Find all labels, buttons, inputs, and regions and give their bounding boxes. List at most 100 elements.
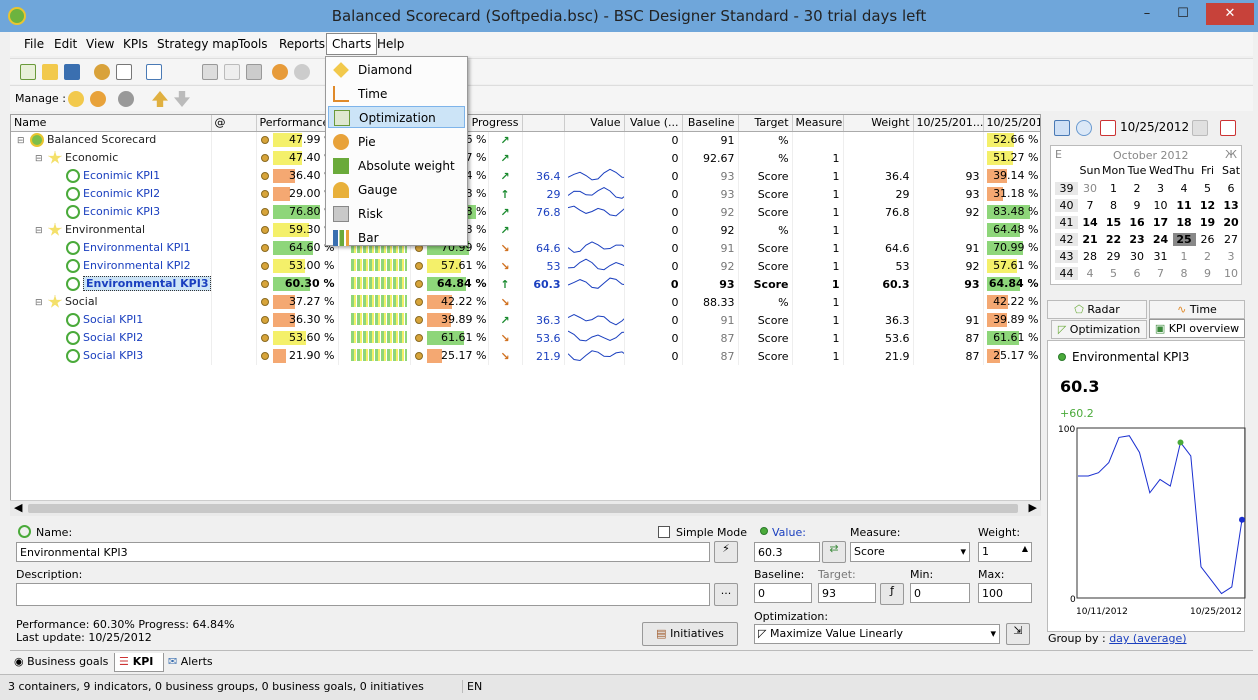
- row-name-cell[interactable]: Social KPI1: [11, 311, 212, 329]
- table-row[interactable]: ⊟Economic47.40 %51.27 %↗092.67%151.27 %: [11, 149, 1040, 167]
- table-row[interactable]: Social KPI3 21.90 % 25.17 % ↘ 21.9 0 87 Score 1 2…: [11, 347, 1040, 365]
- table-row[interactable]: ⊟Balanced Scorecard47.99 %52.66 %↗091%52…: [11, 131, 1040, 149]
- add-kpi-icon[interactable]: [68, 91, 84, 107]
- paste-icon[interactable]: [246, 64, 262, 80]
- charts-item-optimization[interactable]: Optimization: [328, 106, 465, 128]
- calendar-day[interactable]: 11: [1173, 199, 1196, 212]
- calendar-day[interactable]: 6: [1220, 182, 1243, 195]
- charts-item-diamond[interactable]: Diamond: [328, 59, 465, 81]
- tree-expander-icon[interactable]: ⊟: [35, 226, 45, 236]
- table-row[interactable]: Environmental KPI1 64.60 % 70.99 % ↘ 64.6 0 91…: [11, 239, 1040, 257]
- chart-icon[interactable]: [146, 64, 162, 80]
- calendar-day[interactable]: 29: [1102, 250, 1125, 263]
- calendar-day[interactable]: 5: [1102, 267, 1125, 280]
- menu-strategy-map[interactable]: Strategy map: [157, 37, 239, 51]
- calendar-day[interactable]: 26: [1196, 233, 1219, 246]
- row-name-cell[interactable]: Environmental KPI3: [11, 275, 212, 293]
- close-button[interactable]: ✕: [1206, 3, 1254, 25]
- max-input[interactable]: [978, 583, 1032, 603]
- calendar-day[interactable]: 20: [1220, 216, 1243, 229]
- calendar-day[interactable]: 8: [1102, 199, 1125, 212]
- calendar-day[interactable]: 12: [1196, 199, 1219, 212]
- row-name-cell[interactable]: ⊟ Environmental: [11, 221, 212, 239]
- tab-kpi[interactable]: ☰ KPI: [114, 653, 164, 672]
- back-icon[interactable]: [1076, 120, 1092, 136]
- table-row[interactable]: ⊟Environmental59.30 %64.48 %↗092%164.48 …: [11, 221, 1040, 239]
- calendar-day[interactable]: 13: [1220, 199, 1243, 212]
- calendar-day[interactable]: 10: [1220, 267, 1243, 280]
- open-folder-icon[interactable]: [42, 64, 58, 80]
- col-weight[interactable]: Weight: [843, 115, 914, 132]
- calendar-day[interactable]: 14: [1079, 216, 1102, 229]
- value-input[interactable]: [754, 542, 820, 562]
- forward-icon[interactable]: [1192, 120, 1208, 136]
- copy-icon[interactable]: [202, 64, 218, 80]
- baseline-input[interactable]: [754, 583, 812, 603]
- table-row[interactable]: Econimic KPI229.00 %31.18 %↑29093Score12…: [11, 185, 1040, 203]
- charts-item-time[interactable]: Time: [328, 83, 465, 105]
- col-name[interactable]: Name: [11, 115, 212, 132]
- initiatives-button[interactable]: ▤ Initiatives: [642, 622, 738, 646]
- table-row[interactable]: Environmental KPI2 53.00 % 57.61 % ↘ 53 0 92 Sc…: [11, 257, 1040, 275]
- tab-radar[interactable]: ⬠ Radar: [1047, 300, 1147, 319]
- calendar-day[interactable]: 25: [1172, 233, 1196, 246]
- row-name-cell[interactable]: Environmental KPI1: [11, 239, 212, 257]
- calendar-day[interactable]: 9: [1126, 199, 1149, 212]
- calendar-day[interactable]: 1: [1102, 182, 1125, 195]
- tree-expander-icon[interactable]: ⊟: [17, 136, 27, 146]
- row-name-cell[interactable]: Environmental KPI2: [11, 257, 212, 275]
- calendar-day[interactable]: 15: [1102, 216, 1125, 229]
- table-row[interactable]: Econimic KPI376.80 %83.48 %↗76.8092Score…: [11, 203, 1040, 221]
- redo-icon[interactable]: [294, 64, 310, 80]
- calendar-day[interactable]: 2: [1126, 182, 1149, 195]
- calendar-day[interactable]: 30: [1079, 182, 1102, 195]
- charts-item-risk[interactable]: Risk: [328, 203, 465, 225]
- calendar-day[interactable]: 6: [1126, 267, 1149, 280]
- optimization-select[interactable]: ◸ Maximize Value Linearly ▾: [754, 624, 1000, 644]
- row-name-cell[interactable]: Social KPI3: [11, 347, 212, 365]
- table-row[interactable]: Social KPI1 36.30 % 39.89 % ↗ 36.3 0 91 Score 1 3…: [11, 311, 1040, 329]
- maximize-button[interactable]: ☐: [1168, 3, 1198, 25]
- row-name-cell[interactable]: Social KPI2: [11, 329, 212, 347]
- calendar-next-button[interactable]: Ж: [1225, 148, 1237, 161]
- calendar-day[interactable]: 27: [1220, 233, 1243, 246]
- calendar-day[interactable]: 28: [1079, 250, 1102, 263]
- calendar-day[interactable]: 24: [1149, 233, 1172, 246]
- calendar-day[interactable]: 18: [1173, 216, 1196, 229]
- charts-item-pie[interactable]: Pie: [328, 131, 465, 153]
- name-input[interactable]: [16, 542, 710, 562]
- calendar-month-label[interactable]: October 2012: [1113, 149, 1189, 162]
- calendar-day[interactable]: 23: [1126, 233, 1149, 246]
- row-name-cell[interactable]: Econimic KPI1: [11, 167, 212, 185]
- gear-icon[interactable]: [118, 91, 134, 107]
- calendar-day[interactable]: 2: [1196, 250, 1219, 263]
- charts-item-absolute-weight[interactable]: Absolute weight: [328, 155, 465, 177]
- table-row[interactable]: ⊟ Social 37.27 % 42.22 % ↘ 0 88.33% 1 42.22 %: [11, 293, 1040, 311]
- calendar-day[interactable]: 16: [1126, 216, 1149, 229]
- calendar-prev-button[interactable]: E: [1055, 148, 1062, 161]
- tab-business-goals[interactable]: ◉ Business goals: [14, 653, 114, 672]
- min-input[interactable]: [910, 583, 970, 603]
- row-name-cell[interactable]: ⊟ Social: [11, 293, 212, 311]
- wizard-button[interactable]: ⚡: [714, 541, 738, 563]
- menu-reports[interactable]: Reports: [279, 37, 325, 51]
- calendar-day[interactable]: 7: [1079, 199, 1102, 212]
- calendar-day[interactable]: 4: [1173, 182, 1196, 195]
- calendar-day[interactable]: 10: [1149, 199, 1172, 212]
- cut-icon[interactable]: [224, 64, 240, 80]
- row-name-cell[interactable]: Econimic KPI3: [11, 203, 212, 221]
- properties-icon[interactable]: [116, 64, 132, 80]
- tab-alerts[interactable]: ✉ Alerts: [166, 653, 226, 672]
- measure-select[interactable]: Score ▾: [850, 542, 970, 562]
- weight-stepper[interactable]: 1 ▲: [978, 542, 1032, 562]
- calendar-day[interactable]: 5: [1196, 182, 1219, 195]
- row-name-cell[interactable]: ⊟ Balanced Scorecard: [11, 131, 212, 149]
- table-row[interactable]: Environmental KPI3 60.30 % 64.84 % ↑ 60.3 0 93…: [11, 275, 1040, 293]
- refresh-value-button[interactable]: ⇄: [822, 541, 846, 563]
- row-name-cell[interactable]: Econimic KPI2: [11, 185, 212, 203]
- col-at[interactable]: @: [211, 115, 257, 132]
- col-date-2[interactable]: 10/25/201...: [983, 115, 1040, 132]
- calendar-day[interactable]: 7: [1149, 267, 1172, 280]
- menu-charts[interactable]: Charts: [326, 33, 378, 55]
- col-trend[interactable]: [522, 115, 565, 132]
